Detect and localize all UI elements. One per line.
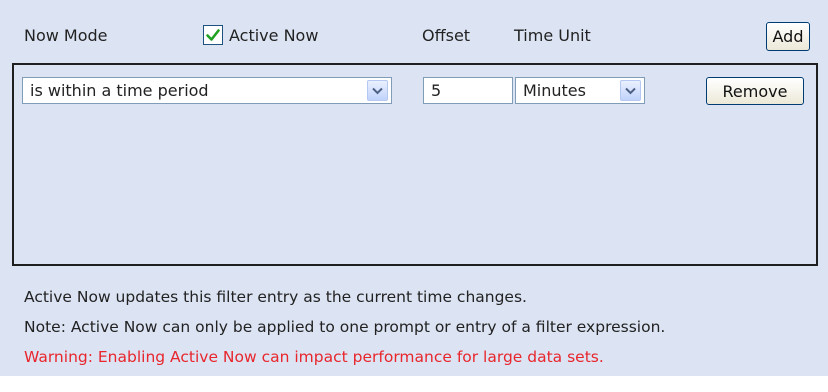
chevron-down-icon[interactable] <box>620 80 641 101</box>
active-now-checkbox[interactable]: Active Now <box>203 25 318 45</box>
offset-input[interactable]: 5 <box>423 77 513 104</box>
add-button[interactable]: Add <box>766 22 810 51</box>
active-now-panel: Now Mode Active Now Offset Time Unit Add… <box>0 0 828 376</box>
chevron-down-icon[interactable] <box>367 80 388 101</box>
note-message: Note: Active Now can only be applied to … <box>24 318 666 336</box>
now-mode-select-value: is within a time period <box>30 81 209 100</box>
offset-label: Offset <box>422 26 471 45</box>
active-now-checkbox-box[interactable] <box>203 25 223 45</box>
remove-button[interactable]: Remove <box>706 77 804 105</box>
time-unit-select[interactable]: Minutes <box>515 77 645 104</box>
filter-entry-list: is within a time period 5 Minutes Remove <box>12 63 818 266</box>
active-now-label[interactable]: Active Now <box>229 26 318 45</box>
time-unit-select-value: Minutes <box>523 81 586 100</box>
now-mode-label: Now Mode <box>24 26 108 45</box>
checkmark-icon <box>206 29 220 41</box>
info-message: Active Now updates this filter entry as … <box>24 288 527 306</box>
time-unit-label: Time Unit <box>514 26 591 45</box>
now-mode-select[interactable]: is within a time period <box>22 77 392 104</box>
warning-message: Warning: Enabling Active Now can impact … <box>24 348 604 366</box>
